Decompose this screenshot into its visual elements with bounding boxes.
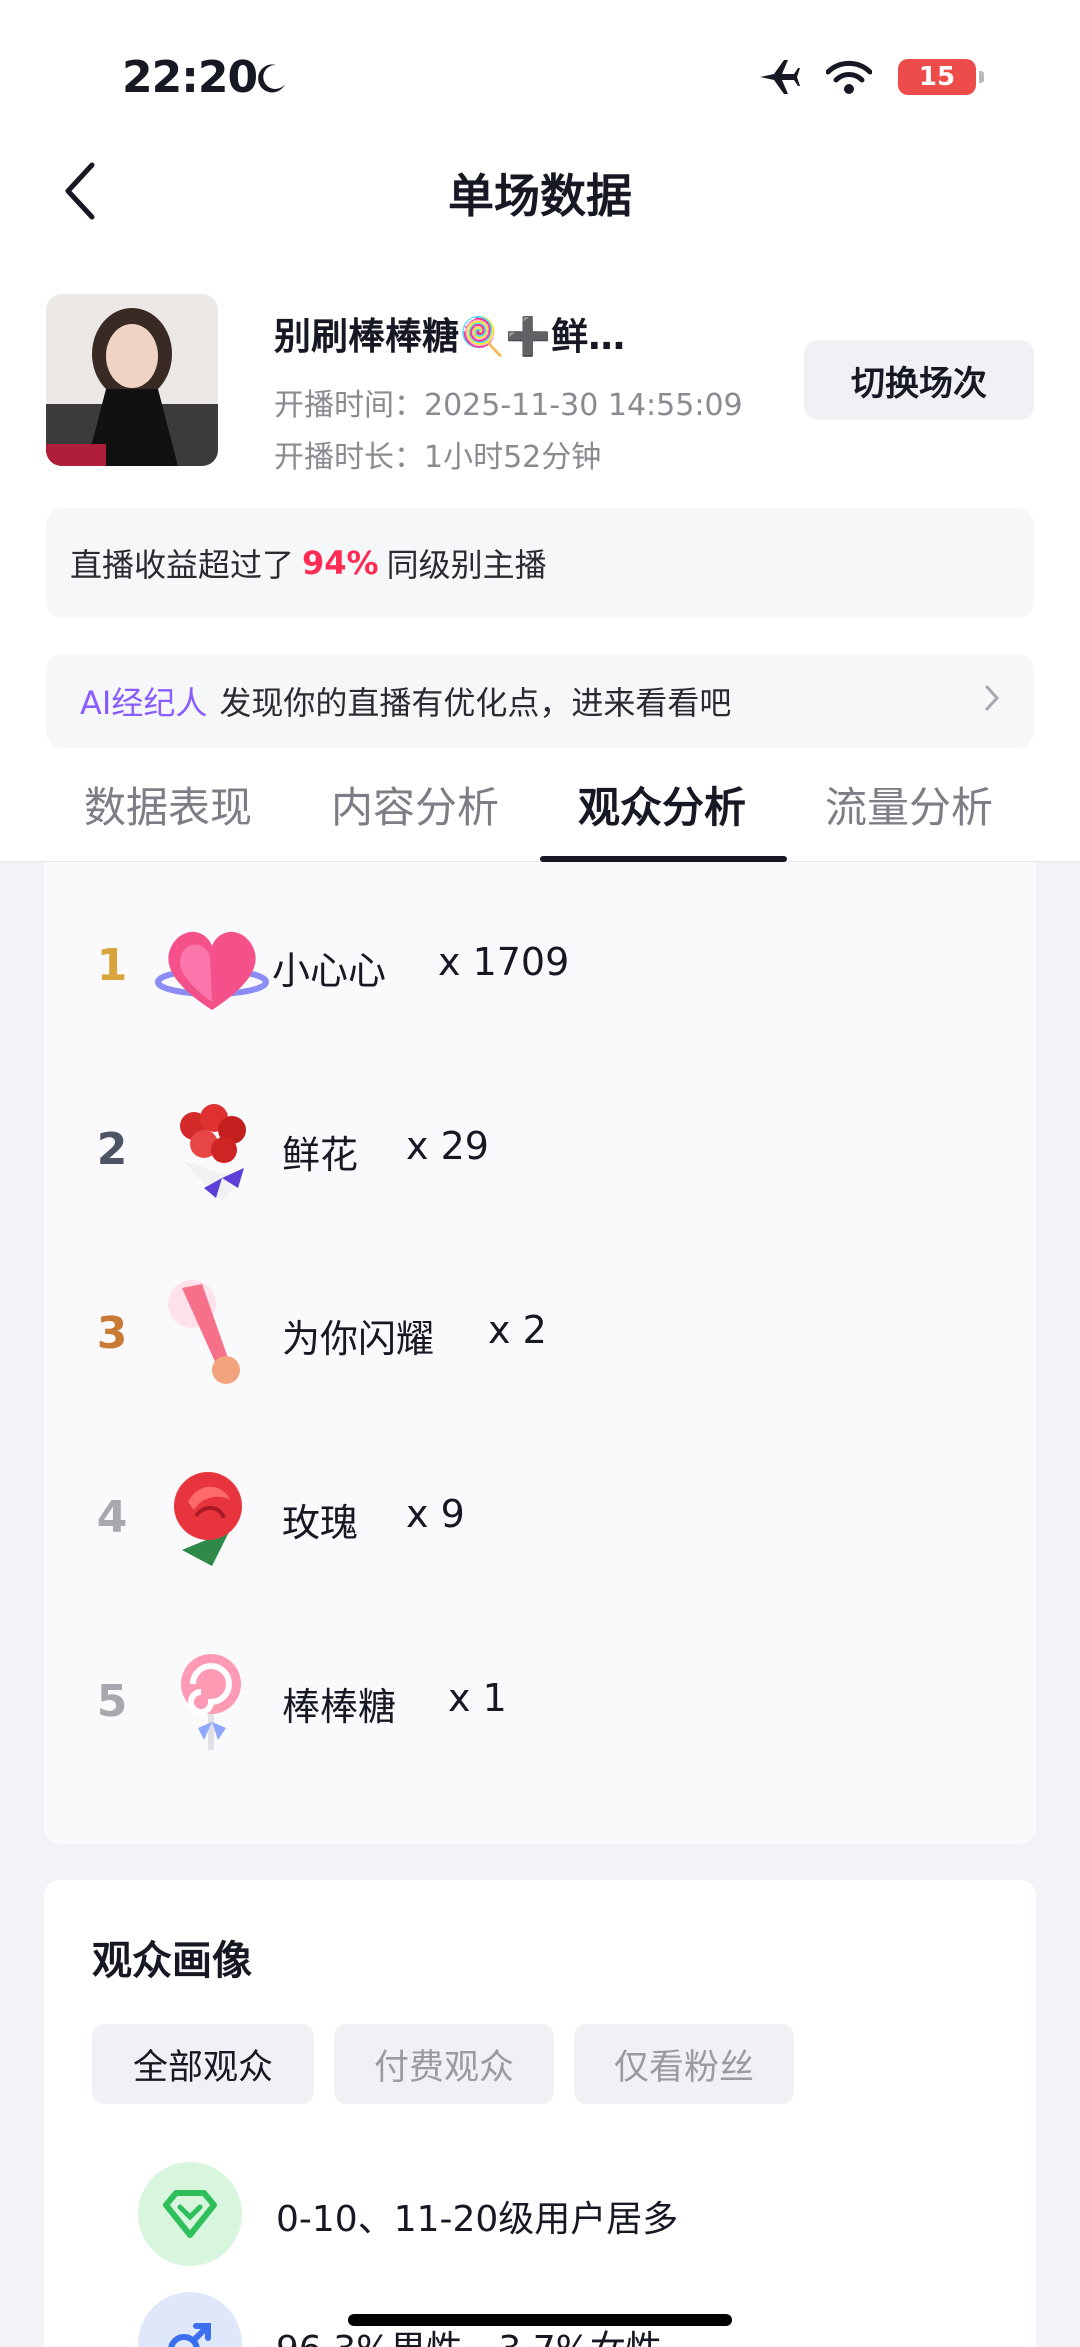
income-banner: 直播收益超过了 94% 同级别主播 <box>46 508 1034 618</box>
tab-data-performance[interactable]: 数据表现 <box>84 774 252 835</box>
gift-ranking-card: 1 小心心 x 1709 2 鲜花 x 29 3 为你闪耀 x 2 4 玫瑰 x… <box>44 862 1036 1844</box>
ai-agent-text: 发现你的直播有优化点，进来看看吧 <box>219 684 732 722</box>
chip-all-audience[interactable]: 全部观众 <box>92 2024 314 2104</box>
airplane-icon <box>760 60 800 94</box>
gift-row[interactable]: 2 鲜花 x 29 <box>44 1080 1036 1220</box>
gift-count: x 1709 <box>438 940 570 984</box>
page-title: 单场数据 <box>448 169 632 223</box>
gift-name: 为你闪耀 <box>282 1317 435 1361</box>
battery-indicator: 15 <box>898 59 984 95</box>
gift-row[interactable]: 4 玫瑰 x 9 <box>44 1448 1036 1588</box>
wifi-icon <box>826 60 872 94</box>
tab-audience-analysis[interactable]: 观众分析 <box>578 774 746 835</box>
gift-name: 棒棒糖 <box>282 1685 397 1729</box>
lollipop-gift-icon <box>181 1654 241 1750</box>
status-time: 22:20 <box>122 52 258 103</box>
bouquet-gift-icon <box>180 1104 246 1202</box>
rank-number: 1 <box>96 940 128 991</box>
rose-gift-icon <box>174 1472 242 1566</box>
battery-level: 15 <box>918 62 956 92</box>
rank-number: 4 <box>96 1492 128 1543</box>
gift-row[interactable]: 5 棒棒糖 x 1 <box>44 1632 1036 1772</box>
rank-number: 2 <box>96 1124 128 1175</box>
tab-bar: 数据表现 内容分析 观众分析 流量分析 <box>0 762 1080 862</box>
gift-count: x 29 <box>406 1124 489 1168</box>
gift-count: x 9 <box>406 1492 465 1536</box>
start-time: 开播时间：2025-11-30 14:55:09 <box>274 388 743 423</box>
gift-name: 鲜花 <box>282 1133 359 1177</box>
home-indicator[interactable] <box>348 2314 732 2326</box>
gift-count: x 2 <box>488 1308 547 1352</box>
gift-row[interactable]: 1 小心心 x 1709 <box>44 896 1036 1036</box>
audience-portrait-card: 观众画像 全部观众 付费观众 仅看粉丝 0-10、11-20级用户居多 96.3… <box>44 1880 1036 2347</box>
income-prefix: 直播收益超过了 <box>70 546 295 584</box>
rank-number: 5 <box>96 1676 128 1727</box>
ai-agent-banner[interactable]: AI经纪人 发现你的直播有优化点，进来看看吧 <box>46 654 1034 748</box>
tab-content-analysis[interactable]: 内容分析 <box>331 774 499 835</box>
status-icons: 15 <box>758 58 984 96</box>
income-percent: 94% <box>302 544 379 582</box>
chip-fans-only[interactable]: 仅看粉丝 <box>574 2024 794 2104</box>
chevron-right-icon <box>985 685 1000 711</box>
live-duration: 开播时长：1小时52分钟 <box>274 440 602 475</box>
glowstick-gift-icon <box>168 1280 240 1384</box>
male-icon <box>138 2292 242 2347</box>
chip-paid-audience[interactable]: 付费观众 <box>334 2024 554 2104</box>
audience-level-trait: 0-10、11-20级用户居多 <box>276 2199 679 2240</box>
gift-name: 小心心 <box>272 949 387 993</box>
moon-icon <box>258 64 285 93</box>
gift-count: x 1 <box>448 1676 507 1720</box>
gift-name: 玫瑰 <box>282 1501 359 1545</box>
heart-gift-icon <box>155 931 269 1010</box>
avatar[interactable] <box>46 294 218 466</box>
rank-number: 3 <box>96 1308 128 1359</box>
level-diamond-icon <box>138 2162 242 2266</box>
audience-portrait-title: 观众画像 <box>92 1938 252 1984</box>
ai-agent-tag: AI经纪人 <box>80 684 208 722</box>
income-suffix: 同级别主播 <box>386 546 547 584</box>
room-title: 别刷棒棒糖🍭➕鲜… <box>274 315 626 358</box>
gift-row[interactable]: 3 为你闪耀 x 2 <box>44 1264 1036 1404</box>
switch-session-button[interactable]: 切换场次 <box>804 340 1034 420</box>
tab-traffic-analysis[interactable]: 流量分析 <box>825 774 993 835</box>
